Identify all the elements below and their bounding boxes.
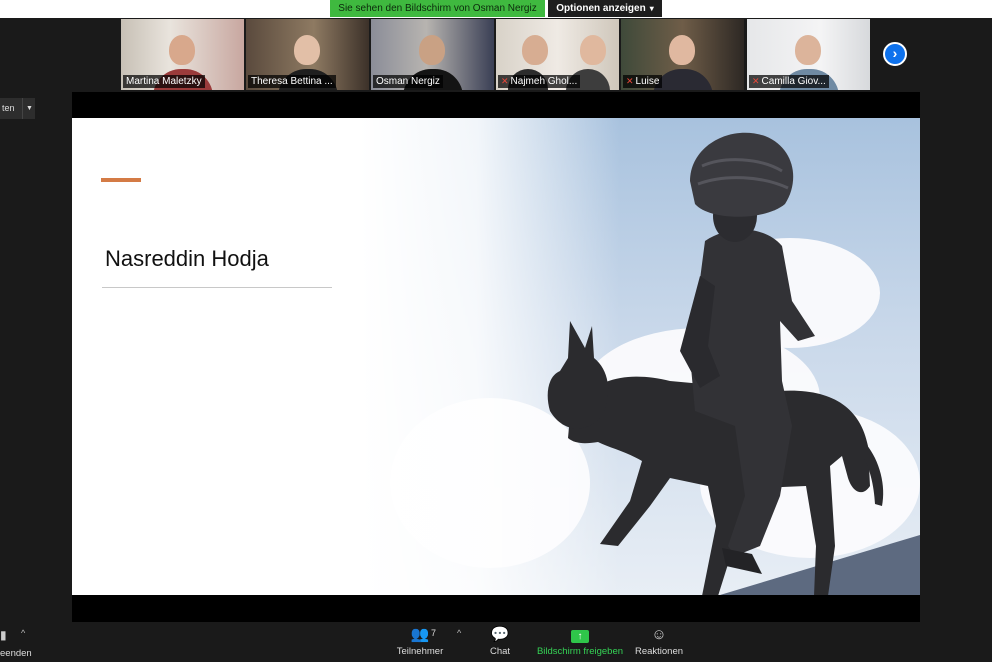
- chevron-up-icon[interactable]: ^: [457, 628, 461, 638]
- statue-image: [547, 132, 884, 595]
- participant-tile-active-speaker[interactable]: Osman Nergiz: [371, 19, 494, 90]
- participant-face: [669, 35, 695, 65]
- slide-title: Nasreddin Hodja: [105, 246, 269, 271]
- chevron-right-icon: ›: [892, 45, 898, 61]
- share-screen-icon: ↑: [571, 630, 589, 643]
- shared-screen: Nasreddin Hodja: [72, 92, 920, 622]
- title-underline: [102, 287, 332, 288]
- reactions-button[interactable]: ☺ Reaktionen: [633, 624, 685, 657]
- participants-button[interactable]: 👥 7 Teilnehmer: [393, 624, 447, 657]
- participant-tile[interactable]: Martina Maletzky: [121, 19, 244, 90]
- participant-tile[interactable]: Theresa Bettina ...: [246, 19, 369, 90]
- participant-face: [294, 35, 320, 65]
- participant-face: [522, 35, 548, 65]
- presentation-slide: Nasreddin Hodja: [72, 118, 920, 595]
- chevron-up-icon[interactable]: ^: [21, 628, 25, 638]
- next-page-button[interactable]: ›: [883, 42, 907, 66]
- participant-face: [795, 35, 821, 65]
- slide-accent-bar: [101, 178, 141, 182]
- view-options-button[interactable]: Optionen anzeigen ▾: [548, 0, 662, 17]
- reactions-label: Reaktionen: [634, 646, 684, 657]
- muted-mic-icon: ✕: [752, 76, 760, 86]
- side-panel-label: ten: [2, 103, 15, 113]
- chat-label: Chat: [489, 646, 511, 657]
- end-meeting-label[interactable]: eenden: [0, 648, 32, 659]
- participant-name: Martina Maletzky: [123, 75, 205, 88]
- reactions-icon: ☺: [651, 626, 667, 643]
- muted-mic-icon: ✕: [501, 76, 509, 86]
- muted-mic-icon: ✕: [626, 76, 634, 86]
- participants-label: Teilnehmer: [396, 646, 444, 657]
- share-screen-label: Bildschirm freigeben: [536, 646, 624, 657]
- participant-tile[interactable]: ✕ Najmeh Ghol...: [496, 19, 619, 90]
- share-screen-button[interactable]: ↑ Bildschirm freigeben: [535, 624, 625, 657]
- chevron-down-icon[interactable]: ▼: [22, 98, 36, 119]
- participants-count: 7: [431, 628, 437, 638]
- chat-button[interactable]: 💬 Chat: [482, 624, 518, 657]
- participant-tile[interactable]: ✕ Luise: [621, 19, 744, 90]
- screen-share-banner: Sie sehen den Bildschirm von Osman Nergi…: [330, 0, 545, 17]
- participant-name: ✕ Najmeh Ghol...: [498, 75, 581, 88]
- participant-face: [580, 35, 606, 65]
- participant-face: [419, 35, 445, 65]
- side-panel-stub[interactable]: ten ▼: [0, 98, 35, 119]
- participant-face: [169, 35, 195, 65]
- participant-name: ✕ Camilla Giov...: [749, 75, 829, 88]
- participant-tile[interactable]: ✕ Camilla Giov...: [747, 19, 870, 90]
- chat-icon: 💬: [490, 626, 510, 643]
- meeting-toolbar: ▮ ^ eenden 👥 7 Teilnehmer ^ 💬 Chat ↑ Bild…: [0, 622, 992, 662]
- view-options-label: Optionen anzeigen: [556, 3, 646, 14]
- participant-name: ✕ Luise: [623, 75, 663, 88]
- participant-name: Theresa Bettina ...: [248, 75, 336, 88]
- chevron-down-icon: ▾: [649, 4, 654, 13]
- participant-name: Osman Nergiz: [373, 75, 443, 88]
- participants-icon: 👥: [410, 626, 430, 643]
- video-icon[interactable]: ▮: [0, 628, 7, 642]
